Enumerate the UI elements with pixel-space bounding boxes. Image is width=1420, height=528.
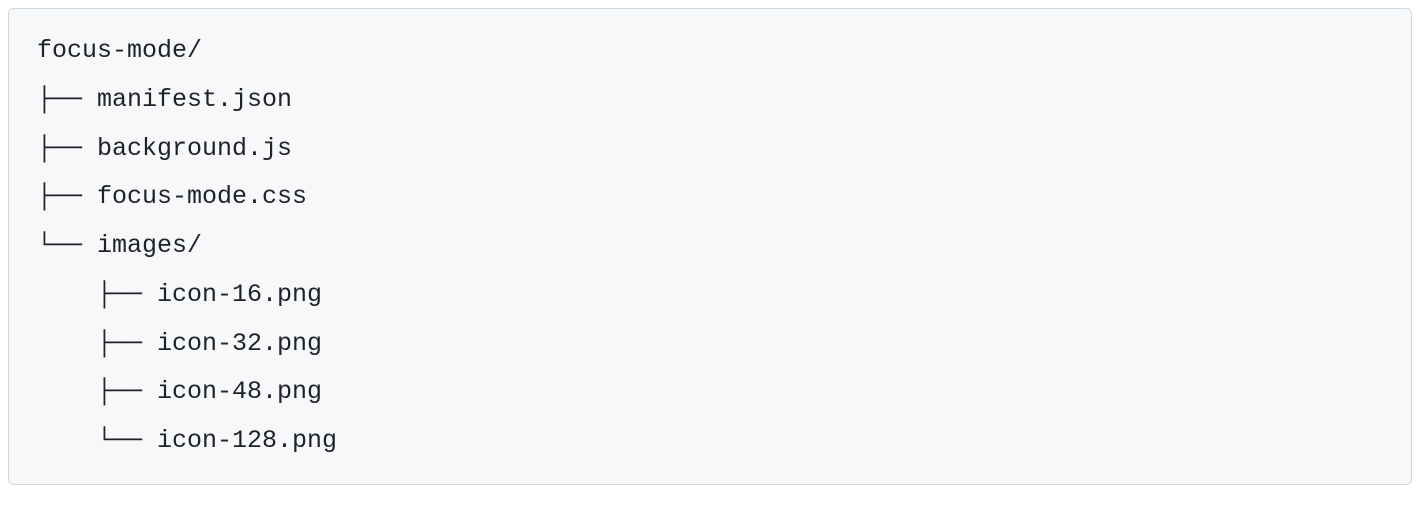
tree-line: ├── icon-16.png	[37, 280, 322, 309]
tree-line: ├── focus-mode.css	[37, 182, 307, 211]
tree-line: ├── background.js	[37, 134, 292, 163]
tree-line: └── images/	[37, 231, 202, 260]
tree-line: └── icon-128.png	[37, 426, 337, 455]
tree-line: ├── icon-32.png	[37, 329, 322, 358]
tree-line: ├── icon-48.png	[37, 377, 322, 406]
tree-line: ├── manifest.json	[37, 85, 292, 114]
file-tree-block: focus-mode/ ├── manifest.json ├── backgr…	[8, 8, 1412, 485]
tree-line: focus-mode/	[37, 36, 202, 65]
